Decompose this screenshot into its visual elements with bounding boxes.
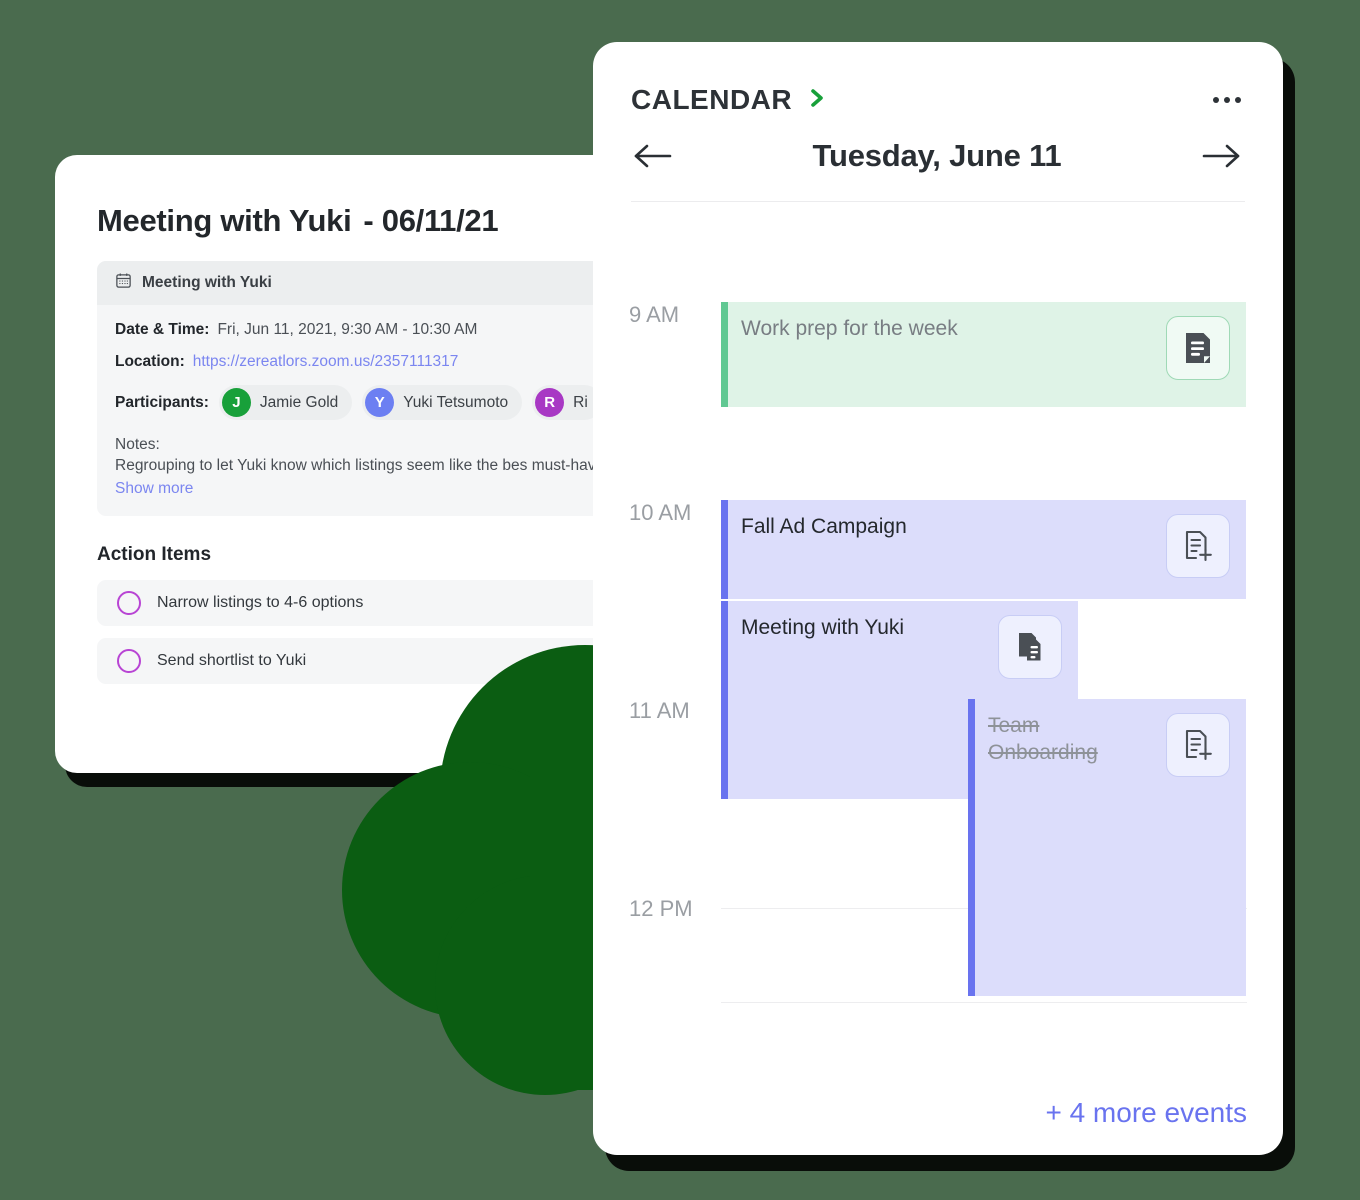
meeting-details-card: Meeting with Yuki - 06/11/21 Meeting wit… (55, 155, 615, 773)
action-item-label: Narrow listings to 4-6 options (157, 594, 364, 612)
participant-name: Ri (573, 393, 588, 411)
show-more-link[interactable]: Show more (115, 480, 193, 498)
more-events-link[interactable]: + 4 more events (1045, 1097, 1247, 1129)
participant-name: Jamie Gold (259, 393, 339, 411)
participant-name: Yuki Tetsumoto (403, 393, 509, 411)
event-color-bar (721, 500, 728, 599)
event-title: Work prep for the week (741, 317, 958, 340)
hour-line-1pm (721, 1002, 1247, 1003)
hour-label-11am: 11 AM (629, 698, 690, 723)
arrow-left-icon[interactable] (631, 140, 675, 172)
more-options-icon[interactable] (1211, 91, 1243, 109)
meeting-detail-block: Meeting with Yuki Date & Time: Fri, Jun … (97, 261, 615, 517)
hour-label-12pm: 12 PM (629, 896, 693, 921)
datetime-label: Date & Time: (115, 321, 210, 338)
chevron-right-icon[interactable] (806, 85, 828, 116)
notes-text: Regrouping to let Yuki know which listin… (115, 457, 615, 474)
participants-row: Participants: J Jamie Gold Y Yuki Tetsum… (115, 385, 615, 420)
location-link[interactable]: https://zereatlors.zoom.us/2357111317 (193, 353, 459, 371)
calendar-date-nav: Tuesday, June 11 (593, 116, 1283, 174)
calendar-header: CALENDAR (593, 42, 1283, 116)
action-items-title: Action Items (97, 544, 212, 566)
event-color-bar (721, 601, 728, 799)
event-title: Fall Ad Campaign (741, 515, 907, 538)
copy-documents-icon[interactable] (998, 615, 1062, 679)
checkbox-icon[interactable] (117, 591, 141, 616)
hour-label-10am: 10 AM (629, 500, 692, 525)
calendar-panel: CALENDAR Tuesday, June 11 9 AM 10 AM 11 … (593, 42, 1283, 1155)
calendar-event-team-onboarding[interactable]: Team Onboarding (968, 699, 1246, 996)
calendar-time-grid: 9 AM 10 AM 11 AM 12 PM Work prep for the… (593, 202, 1283, 1032)
note-add-icon[interactable] (1166, 514, 1230, 578)
event-title: Meeting with Yuki (741, 616, 905, 639)
checkbox-icon[interactable] (117, 649, 141, 674)
event-color-bar (721, 302, 728, 407)
calendar-date-title: Tuesday, June 11 (812, 138, 1062, 173)
avatar: Y (365, 388, 395, 417)
avatar: R (535, 388, 565, 417)
participant-chip[interactable]: J Jamie Gold (218, 385, 353, 420)
avatar: J (221, 388, 251, 417)
location-label: Location: (115, 353, 185, 370)
location-row: Location: https://zereatlors.zoom.us/235… (115, 353, 615, 371)
page-title: Meeting with Yuki - 06/11/21 (97, 203, 573, 239)
hour-label-9am: 9 AM (629, 302, 680, 327)
list-item[interactable]: Narrow listings to 4-6 options (97, 580, 615, 627)
calendar-brand-label: CALENDAR (631, 84, 793, 115)
note-filled-icon[interactable] (1166, 316, 1230, 380)
participant-chip[interactable]: Y Yuki Tetsumoto (362, 385, 523, 420)
calendar-brand[interactable]: CALENDAR (631, 84, 828, 116)
datetime-row: Date & Time: Fri, Jun 11, 2021, 9:30 AM … (115, 321, 615, 339)
event-title: Team Onboarding (988, 714, 1098, 764)
arrow-right-icon[interactable] (1199, 140, 1243, 172)
event-color-bar (968, 699, 975, 996)
note-add-icon[interactable] (1166, 713, 1230, 777)
notes-label: Notes: (115, 436, 160, 453)
datetime-value: Fri, Jun 11, 2021, 9:30 AM - 10:30 AM (217, 321, 478, 338)
calendar-icon (115, 272, 132, 294)
participants-label: Participants: (115, 393, 209, 411)
participant-chip[interactable]: R Ri (532, 385, 602, 420)
action-item-label: Send shortlist to Yuki (157, 652, 307, 670)
meeting-title-text: Meeting with Yuki (97, 203, 352, 238)
detail-block-title: Meeting with Yuki (142, 274, 272, 291)
calendar-event-work-prep[interactable]: Work prep for the week (721, 302, 1246, 407)
calendar-event-fall-ad-campaign[interactable]: Fall Ad Campaign (721, 500, 1246, 599)
detail-block-header: Meeting with Yuki (97, 261, 615, 305)
list-item[interactable]: Send shortlist to Yuki (97, 638, 615, 685)
meeting-title-date: - 06/11/21 (363, 203, 499, 238)
